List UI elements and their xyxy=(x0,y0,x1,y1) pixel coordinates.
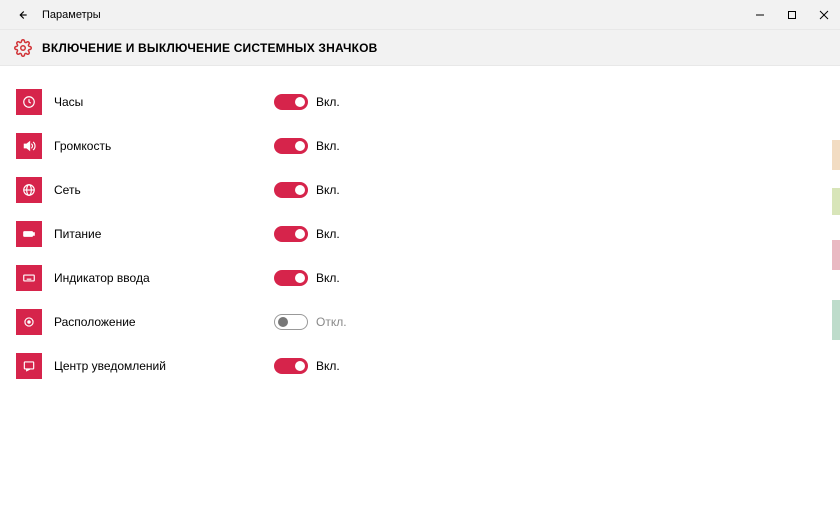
toggle-state-label: Откл. xyxy=(316,315,347,329)
minimize-button[interactable] xyxy=(744,0,776,30)
close-icon xyxy=(819,10,829,20)
toggle-state-label: Вкл. xyxy=(316,227,340,241)
arrow-left-icon xyxy=(15,8,29,22)
setting-label: Расположение xyxy=(54,315,274,329)
setting-label: Громкость xyxy=(54,139,274,153)
setting-row: Часы Вкл. xyxy=(16,80,824,124)
toggle-knob xyxy=(295,97,305,107)
action-icon xyxy=(16,353,42,379)
back-button[interactable] xyxy=(8,1,36,29)
location-icon xyxy=(16,309,42,335)
toggle-group: Вкл. xyxy=(274,270,340,286)
setting-row: Питание Вкл. xyxy=(16,212,824,256)
toggle-switch[interactable] xyxy=(274,138,308,154)
setting-row: Сеть Вкл. xyxy=(16,168,824,212)
toggle-knob xyxy=(295,229,305,239)
network-icon xyxy=(16,177,42,203)
volume-icon xyxy=(16,133,42,159)
settings-list: Часы Вкл. Громкость Вкл. Сеть Вкл. Питание Вкл.… xyxy=(0,66,840,402)
setting-row: Центр уведомлений Вкл. xyxy=(16,344,824,388)
toggle-group: Вкл. xyxy=(274,138,340,154)
setting-row: Громкость Вкл. xyxy=(16,124,824,168)
page-header: ВКЛЮЧЕНИЕ И ВЫКЛЮЧЕНИЕ СИСТЕМНЫХ ЗНАЧКОВ xyxy=(0,30,840,66)
toggle-knob xyxy=(295,141,305,151)
toggle-group: Вкл. xyxy=(274,358,340,374)
minimize-icon xyxy=(755,10,765,20)
toggle-state-label: Вкл. xyxy=(316,95,340,109)
setting-row: Индикатор ввода Вкл. xyxy=(16,256,824,300)
toggle-switch[interactable] xyxy=(274,270,308,286)
toggle-switch[interactable] xyxy=(274,226,308,242)
setting-label: Индикатор ввода xyxy=(54,271,274,285)
setting-label: Сеть xyxy=(54,183,274,197)
setting-label: Центр уведомлений xyxy=(54,359,274,373)
toggle-state-label: Вкл. xyxy=(316,359,340,373)
toggle-group: Откл. xyxy=(274,314,347,330)
page-title: ВКЛЮЧЕНИЕ И ВЫКЛЮЧЕНИЕ СИСТЕМНЫХ ЗНАЧКОВ xyxy=(42,41,378,55)
toggle-knob xyxy=(295,273,305,283)
input-icon xyxy=(16,265,42,291)
toggle-state-label: Вкл. xyxy=(316,183,340,197)
toggle-switch[interactable] xyxy=(274,94,308,110)
setting-row: Расположение Откл. xyxy=(16,300,824,344)
toggle-knob xyxy=(295,361,305,371)
battery-icon xyxy=(16,221,42,247)
toggle-switch[interactable] xyxy=(274,358,308,374)
toggle-switch[interactable] xyxy=(274,182,308,198)
toggle-knob xyxy=(278,317,288,327)
background-window-peek xyxy=(832,140,840,400)
toggle-state-label: Вкл. xyxy=(316,139,340,153)
toggle-knob xyxy=(295,185,305,195)
title-bar: Параметры xyxy=(0,0,840,30)
window-controls xyxy=(744,0,840,30)
toggle-state-label: Вкл. xyxy=(316,271,340,285)
clock-icon xyxy=(16,89,42,115)
toggle-group: Вкл. xyxy=(274,182,340,198)
gear-icon xyxy=(14,39,32,57)
maximize-icon xyxy=(787,10,797,20)
toggle-switch[interactable] xyxy=(274,314,308,330)
toggle-group: Вкл. xyxy=(274,226,340,242)
close-button[interactable] xyxy=(808,0,840,30)
setting-label: Питание xyxy=(54,227,274,241)
toggle-group: Вкл. xyxy=(274,94,340,110)
setting-label: Часы xyxy=(54,95,274,109)
maximize-button[interactable] xyxy=(776,0,808,30)
window-title: Параметры xyxy=(42,9,101,21)
